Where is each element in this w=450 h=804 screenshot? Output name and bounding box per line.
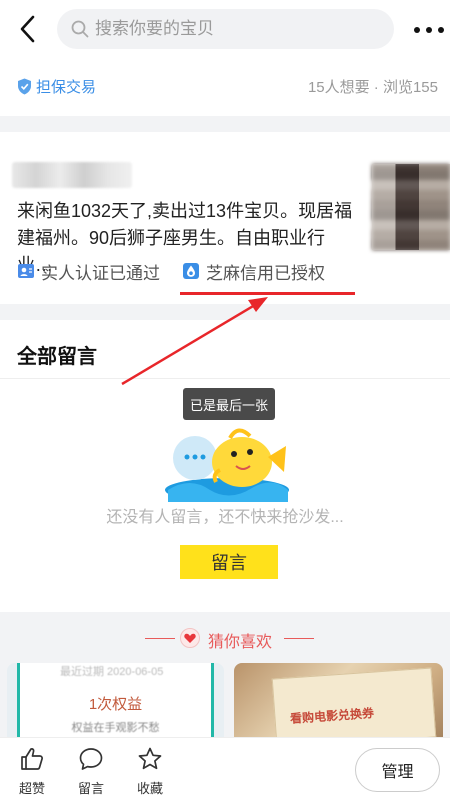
chat-bubble-icon (79, 748, 103, 770)
zhima-label: 芝麻信用已授权 (206, 263, 325, 283)
seller-card[interactable]: 来闲鱼1032天了,卖出过13件宝贝。现居福建福州。90后狮子座男生。自由职业行… (0, 132, 450, 304)
search-input[interactable] (95, 9, 385, 49)
like-button[interactable]: 超赞 (12, 746, 52, 802)
divider-line (284, 638, 314, 639)
favorite-label: 收藏 (136, 781, 163, 796)
recommend-header: 猜你喜欢 (0, 620, 450, 656)
card-subtitle: 权益在手观影不愁 (71, 722, 160, 734)
more-icon[interactable] (412, 20, 446, 40)
fish-mascot-illustration (165, 428, 289, 502)
search-icon (71, 20, 89, 38)
card-title: 1次权益 (88, 696, 143, 713)
id-card-icon (18, 264, 34, 278)
recommend-title: 猜你喜欢 (208, 634, 273, 651)
seller-name-blurred (12, 162, 132, 188)
view-stats: 15人想要 · 浏览155 (307, 79, 438, 96)
back-icon[interactable] (14, 12, 42, 46)
avatar-blur-overlay (372, 164, 450, 250)
shield-icon (18, 78, 31, 95)
leave-comment-button[interactable]: 留言 (180, 545, 278, 579)
card-expiry: 最近过期 2020-06-05 (60, 666, 164, 678)
heart-icon (180, 628, 200, 648)
comments-title: 全部留言 (17, 346, 97, 368)
top-bar (0, 0, 450, 60)
empty-comments-text: 还没有人留言，还不快来抢沙发... (106, 509, 344, 526)
item-meta-row: 担保交易 15人想要 · 浏览155 (0, 60, 450, 116)
annotation-underline (180, 292, 355, 295)
comment-label: 留言 (77, 781, 104, 796)
comments-section: 全部留言 已是最后一张 还没有人留言，还不快来抢沙发... 留言 (0, 320, 450, 612)
like-label: 超赞 (18, 781, 45, 796)
divider-line (145, 638, 175, 639)
bottom-action-bar: 超赞 留言 收藏 管理 (0, 737, 450, 804)
star-icon (138, 747, 162, 770)
zhima-credit-badge: 芝麻信用已授权 (182, 260, 325, 283)
comment-button[interactable]: 留言 (71, 746, 111, 802)
verified-badge: 实人认证已通过 (17, 260, 160, 283)
manage-button[interactable]: 管理 (355, 748, 440, 792)
divider (0, 378, 450, 379)
verified-label: 实人认证已通过 (41, 263, 160, 283)
zhima-icon (183, 263, 199, 279)
favorite-button[interactable]: 收藏 (130, 746, 170, 802)
guarantee-label[interactable]: 担保交易 (36, 76, 96, 97)
search-bar[interactable] (57, 9, 394, 49)
thumbs-up-icon (21, 748, 43, 770)
